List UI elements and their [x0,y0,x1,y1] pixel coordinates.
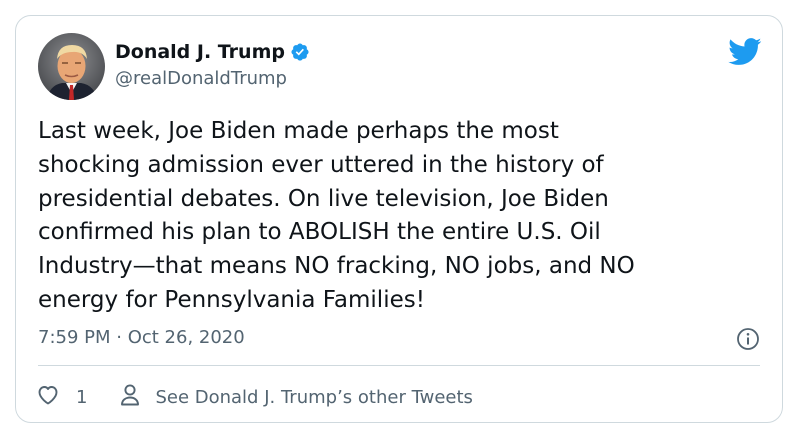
like-button[interactable]: 1 [36,383,87,412]
tweet-timestamp[interactable]: 7:59 PM · Oct 26, 2020 [38,327,245,348]
tweet-text: Last week, Joe Biden made perhaps the mo… [38,118,635,313]
avatar-image [38,33,105,100]
author-display-name[interactable]: Donald J. Trump [115,41,285,63]
author-handle[interactable]: @realDonaldTrump [115,68,287,89]
divider [38,365,760,366]
verified-badge-icon [290,42,310,62]
author-name-row[interactable]: Donald J. Trump [115,39,310,65]
person-icon [119,383,141,412]
like-count: 1 [76,386,88,408]
tweet-actions: 1 See Donald J. Trump’s other Tweets [36,382,473,412]
tweet-card[interactable]: Donald J. Trump @realDonaldTrump Last we… [15,15,783,423]
see-other-tweets-link[interactable]: See Donald J. Trump’s other Tweets [119,383,473,412]
avatar[interactable] [38,33,105,100]
heart-icon [36,383,60,412]
see-other-tweets-label: See Donald J. Trump’s other Tweets [155,386,473,408]
info-icon[interactable] [736,327,760,351]
twitter-bird-icon[interactable] [728,38,762,66]
